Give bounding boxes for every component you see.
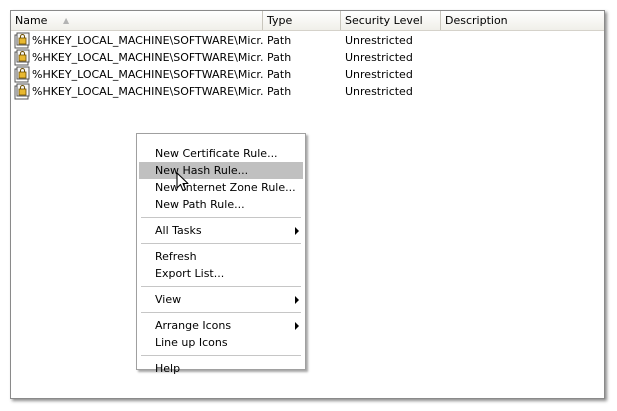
menu-item-line-up-icons[interactable]: Line up Icons — [139, 334, 303, 351]
menu-item-arrange-icons-label: Arrange Icons — [155, 319, 232, 332]
rules-list-window: Name ▲ Type Security Level Description %… — [10, 10, 605, 399]
mouse-pointer-icon — [176, 172, 189, 192]
submenu-arrow-icon — [295, 227, 299, 235]
menu-item-view-label: View — [155, 293, 182, 306]
table-row[interactable]: %HKEY_LOCAL_MACHINE\SOFTWARE\Micr... Pat… — [11, 66, 604, 83]
menu-item-refresh[interactable]: Refresh — [139, 248, 303, 265]
sort-ascending-icon: ▲ — [63, 16, 70, 25]
menu-item-new-hash-rule[interactable]: New Hash Rule... — [139, 162, 303, 179]
row-description — [445, 49, 600, 66]
menu-item-new-internet-zone-rule[interactable]: New Internet Zone Rule... — [139, 179, 303, 196]
column-header-type-label: Type — [267, 14, 293, 27]
registry-rule-icon — [14, 32, 30, 49]
column-header-security-level-label: Security Level — [345, 14, 423, 27]
menu-item-arrange-icons[interactable]: Arrange Icons — [139, 317, 303, 334]
row-type: Path — [267, 51, 292, 64]
column-header-security-level[interactable]: Security Level — [341, 11, 441, 30]
menu-item-export-list[interactable]: Export List... — [139, 265, 303, 282]
menu-separator — [141, 286, 301, 287]
row-description — [445, 66, 600, 83]
column-header-type[interactable]: Type — [263, 11, 341, 30]
row-description — [445, 83, 600, 100]
registry-rule-icon — [14, 49, 30, 66]
column-header-description[interactable]: Description — [441, 11, 604, 30]
menu-item-help[interactable]: Help — [139, 360, 303, 377]
submenu-arrow-icon — [295, 322, 299, 330]
row-security-level: Unrestricted — [345, 85, 413, 98]
table-row[interactable]: %HKEY_LOCAL_MACHINE\SOFTWARE\Micr... Pat… — [11, 49, 604, 66]
menu-separator — [141, 243, 301, 244]
row-type: Path — [267, 85, 292, 98]
row-type: Path — [267, 68, 292, 81]
submenu-arrow-icon — [295, 296, 299, 304]
menu-item-new-certificate-rule[interactable]: New Certificate Rule... — [139, 145, 303, 162]
registry-rule-icon — [14, 66, 30, 83]
menu-separator — [141, 217, 301, 218]
row-security-level: Unrestricted — [345, 68, 413, 81]
column-header-name[interactable]: Name ▲ — [11, 11, 263, 30]
menu-separator — [141, 355, 301, 356]
row-security-level: Unrestricted — [345, 34, 413, 47]
row-description — [445, 32, 600, 49]
menu-separator — [141, 312, 301, 313]
row-security-level: Unrestricted — [345, 51, 413, 64]
list-header: Name ▲ Type Security Level Description — [11, 11, 604, 31]
table-row[interactable]: %HKEY_LOCAL_MACHINE\SOFTWARE\Micr... Pat… — [11, 83, 604, 100]
menu-item-all-tasks-label: All Tasks — [155, 224, 202, 237]
row-name: %HKEY_LOCAL_MACHINE\SOFTWARE\Micr... — [32, 68, 263, 81]
context-menu: New Certificate Rule... New Hash Rule...… — [136, 133, 306, 375]
column-header-description-label: Description — [445, 14, 508, 27]
table-row[interactable]: %HKEY_LOCAL_MACHINE\SOFTWARE\Micr... Pat… — [11, 32, 604, 49]
row-name: %HKEY_LOCAL_MACHINE\SOFTWARE\Micr... — [32, 85, 263, 98]
column-header-name-label: Name — [15, 14, 48, 27]
row-name: %HKEY_LOCAL_MACHINE\SOFTWARE\Micr... — [32, 51, 263, 64]
menu-item-view[interactable]: View — [139, 291, 303, 308]
registry-rule-icon — [14, 83, 30, 100]
menu-item-new-path-rule[interactable]: New Path Rule... — [139, 196, 303, 213]
row-name: %HKEY_LOCAL_MACHINE\SOFTWARE\Micr... — [32, 34, 263, 47]
row-type: Path — [267, 34, 292, 47]
menu-item-all-tasks[interactable]: All Tasks — [139, 222, 303, 239]
